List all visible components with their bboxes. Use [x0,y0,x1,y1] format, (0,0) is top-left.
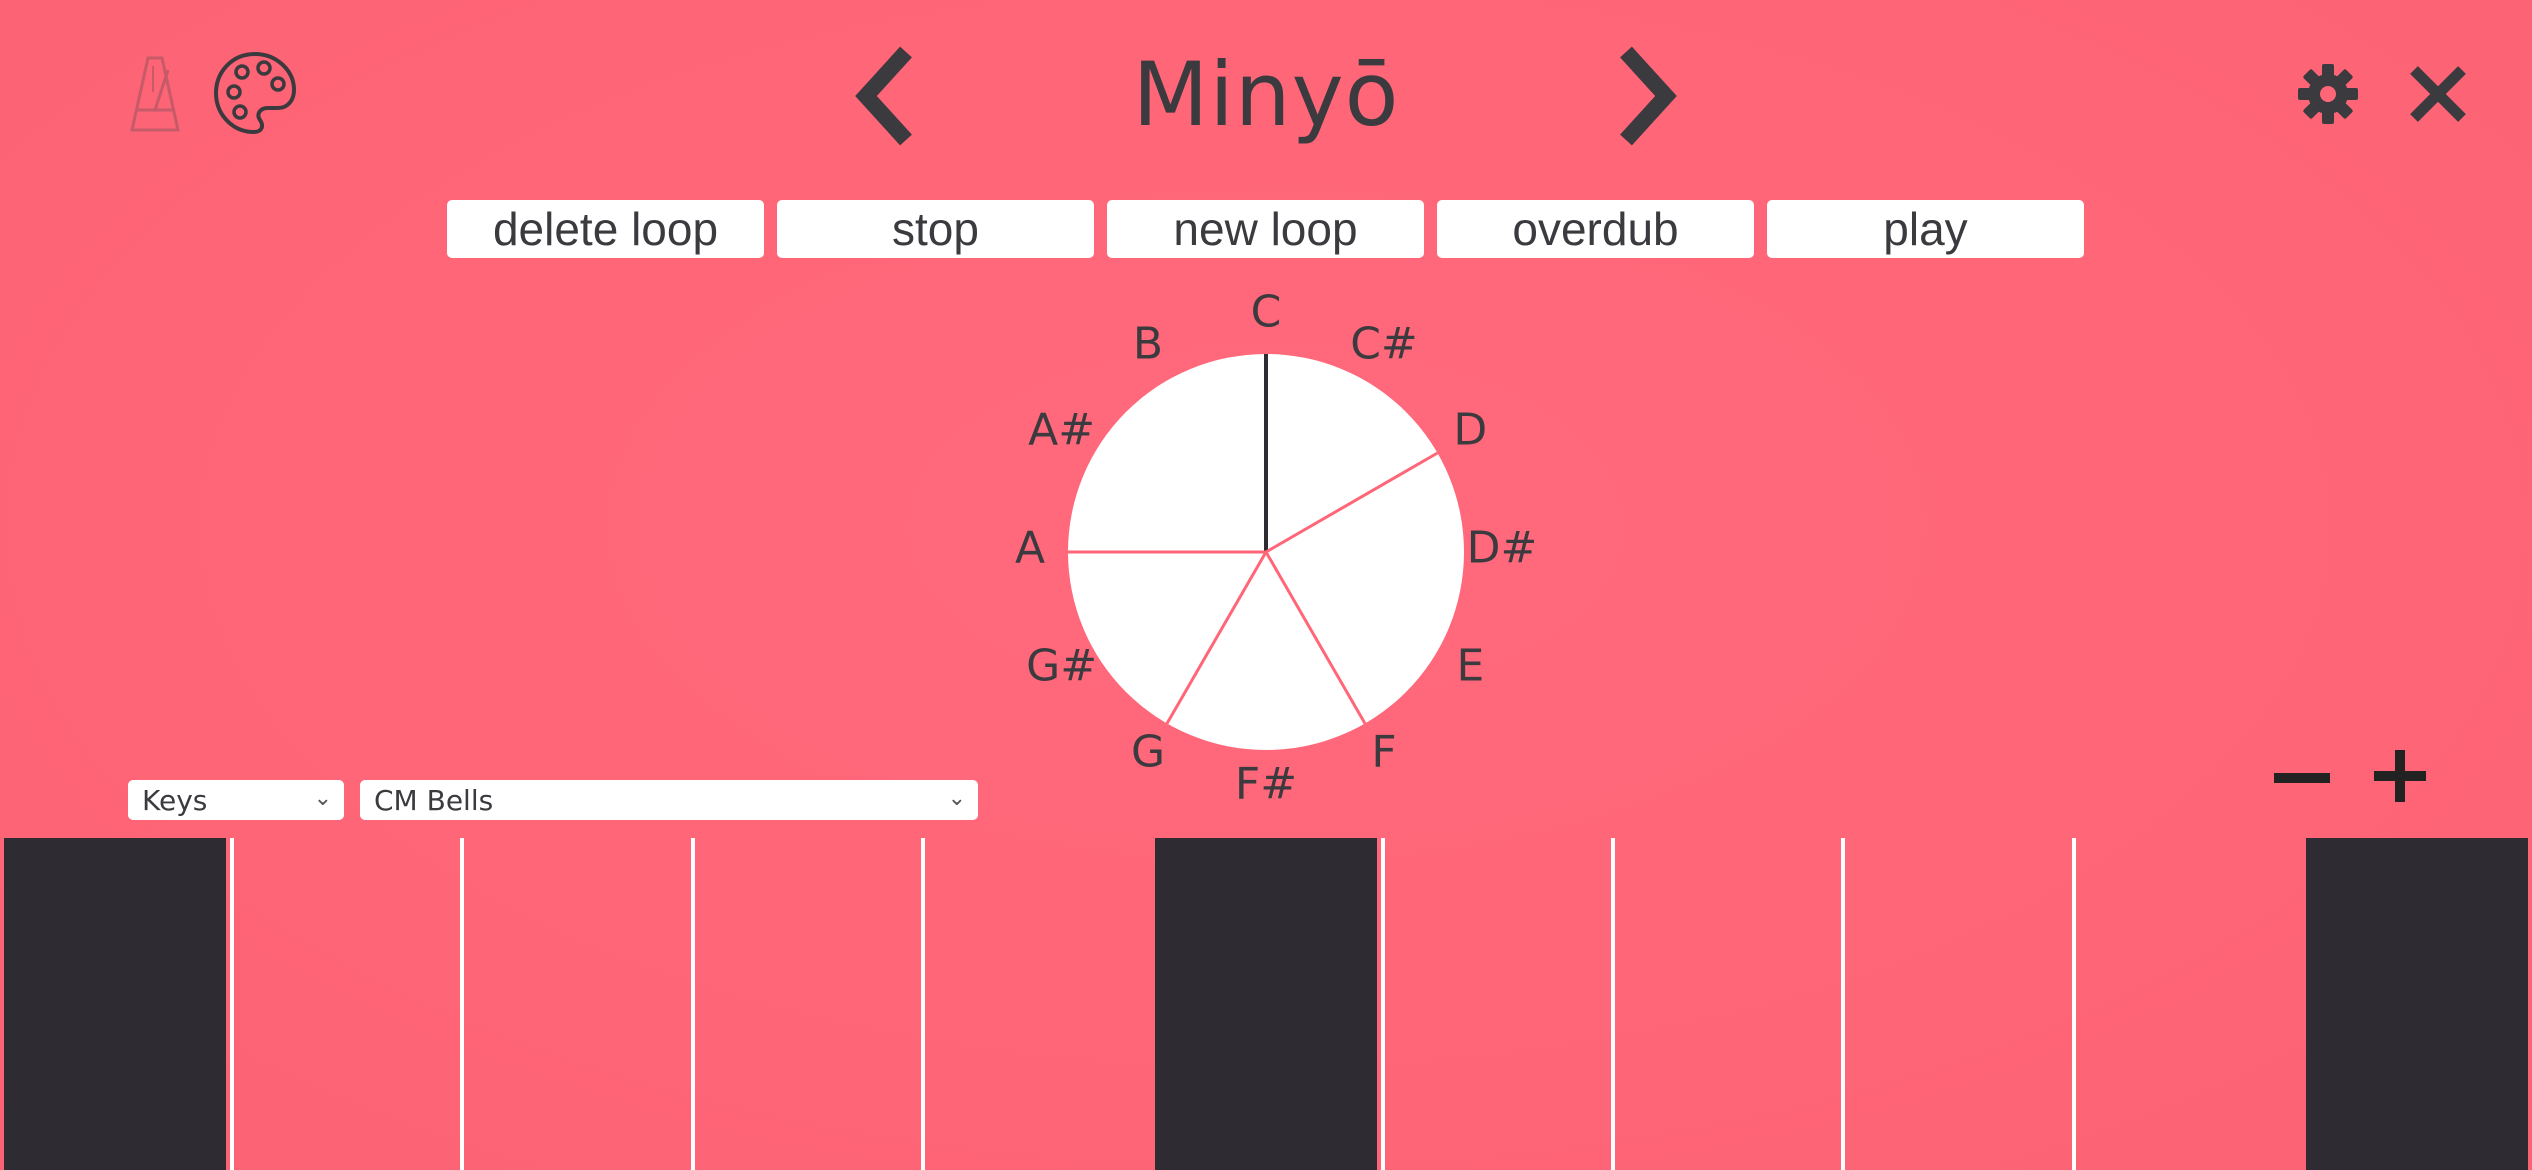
instrument-select[interactable]: CM Bells ⌄ [360,780,978,820]
overdub-button[interactable]: overdub [1437,200,1754,258]
close-icon[interactable] [2408,64,2468,124]
note-label-g[interactable]: G [1131,727,1165,778]
note-label-f[interactable]: F [1371,727,1396,778]
stop-button[interactable]: stop [777,200,1094,258]
piano-key-c[interactable] [1381,838,1611,1170]
mode-select-value: Keys [142,783,208,817]
piano-key-g[interactable] [2071,838,2302,1170]
note-wheel-circle[interactable] [1066,352,1466,752]
play-button[interactable]: play [1767,200,2084,258]
instrument-select-value: CM Bells [374,783,494,817]
chevron-right-icon[interactable] [1610,44,1680,148]
loop-controls: delete loop stop new loop overdub play [447,200,2084,258]
note-label-d-sharp[interactable]: D# [1467,523,1538,574]
delete-loop-button[interactable]: delete loop [447,200,764,258]
note-label-c[interactable]: C [1251,287,1282,338]
note-label-f-sharp[interactable]: F# [1235,759,1297,810]
chevron-down-icon: ⌄ [947,786,966,811]
piano-key-c[interactable] [230,838,460,1170]
gear-icon[interactable] [2296,62,2360,126]
piano-key-b[interactable] [4,838,227,1170]
chevron-down-icon: ⌄ [313,786,332,811]
piano-key-g[interactable] [920,838,1151,1170]
note-label-c-sharp[interactable]: C# [1350,318,1418,369]
mode-select[interactable]: Keys ⌄ [128,780,344,820]
piano-key-d[interactable] [460,838,690,1170]
piano-key-f[interactable] [690,838,921,1170]
piano-key-d[interactable] [1611,838,1841,1170]
page-title: Minyō [1132,43,1400,146]
piano-key-a[interactable] [2305,838,2528,1170]
piano-key-a[interactable] [1154,838,1378,1170]
minus-icon[interactable] [2272,748,2332,808]
plus-icon[interactable] [2370,746,2430,806]
note-label-e[interactable]: E [1456,641,1484,692]
note-label-a[interactable]: A [1015,523,1045,574]
new-loop-button[interactable]: new loop [1107,200,1424,258]
note-label-a-sharp[interactable]: A# [1028,405,1095,456]
keyboard [0,838,2532,1170]
note-label-b[interactable]: B [1133,318,1163,369]
piano-key-f[interactable] [1841,838,2071,1170]
note-label-g-sharp[interactable]: G# [1026,641,1097,692]
note-label-d[interactable]: D [1453,405,1487,456]
